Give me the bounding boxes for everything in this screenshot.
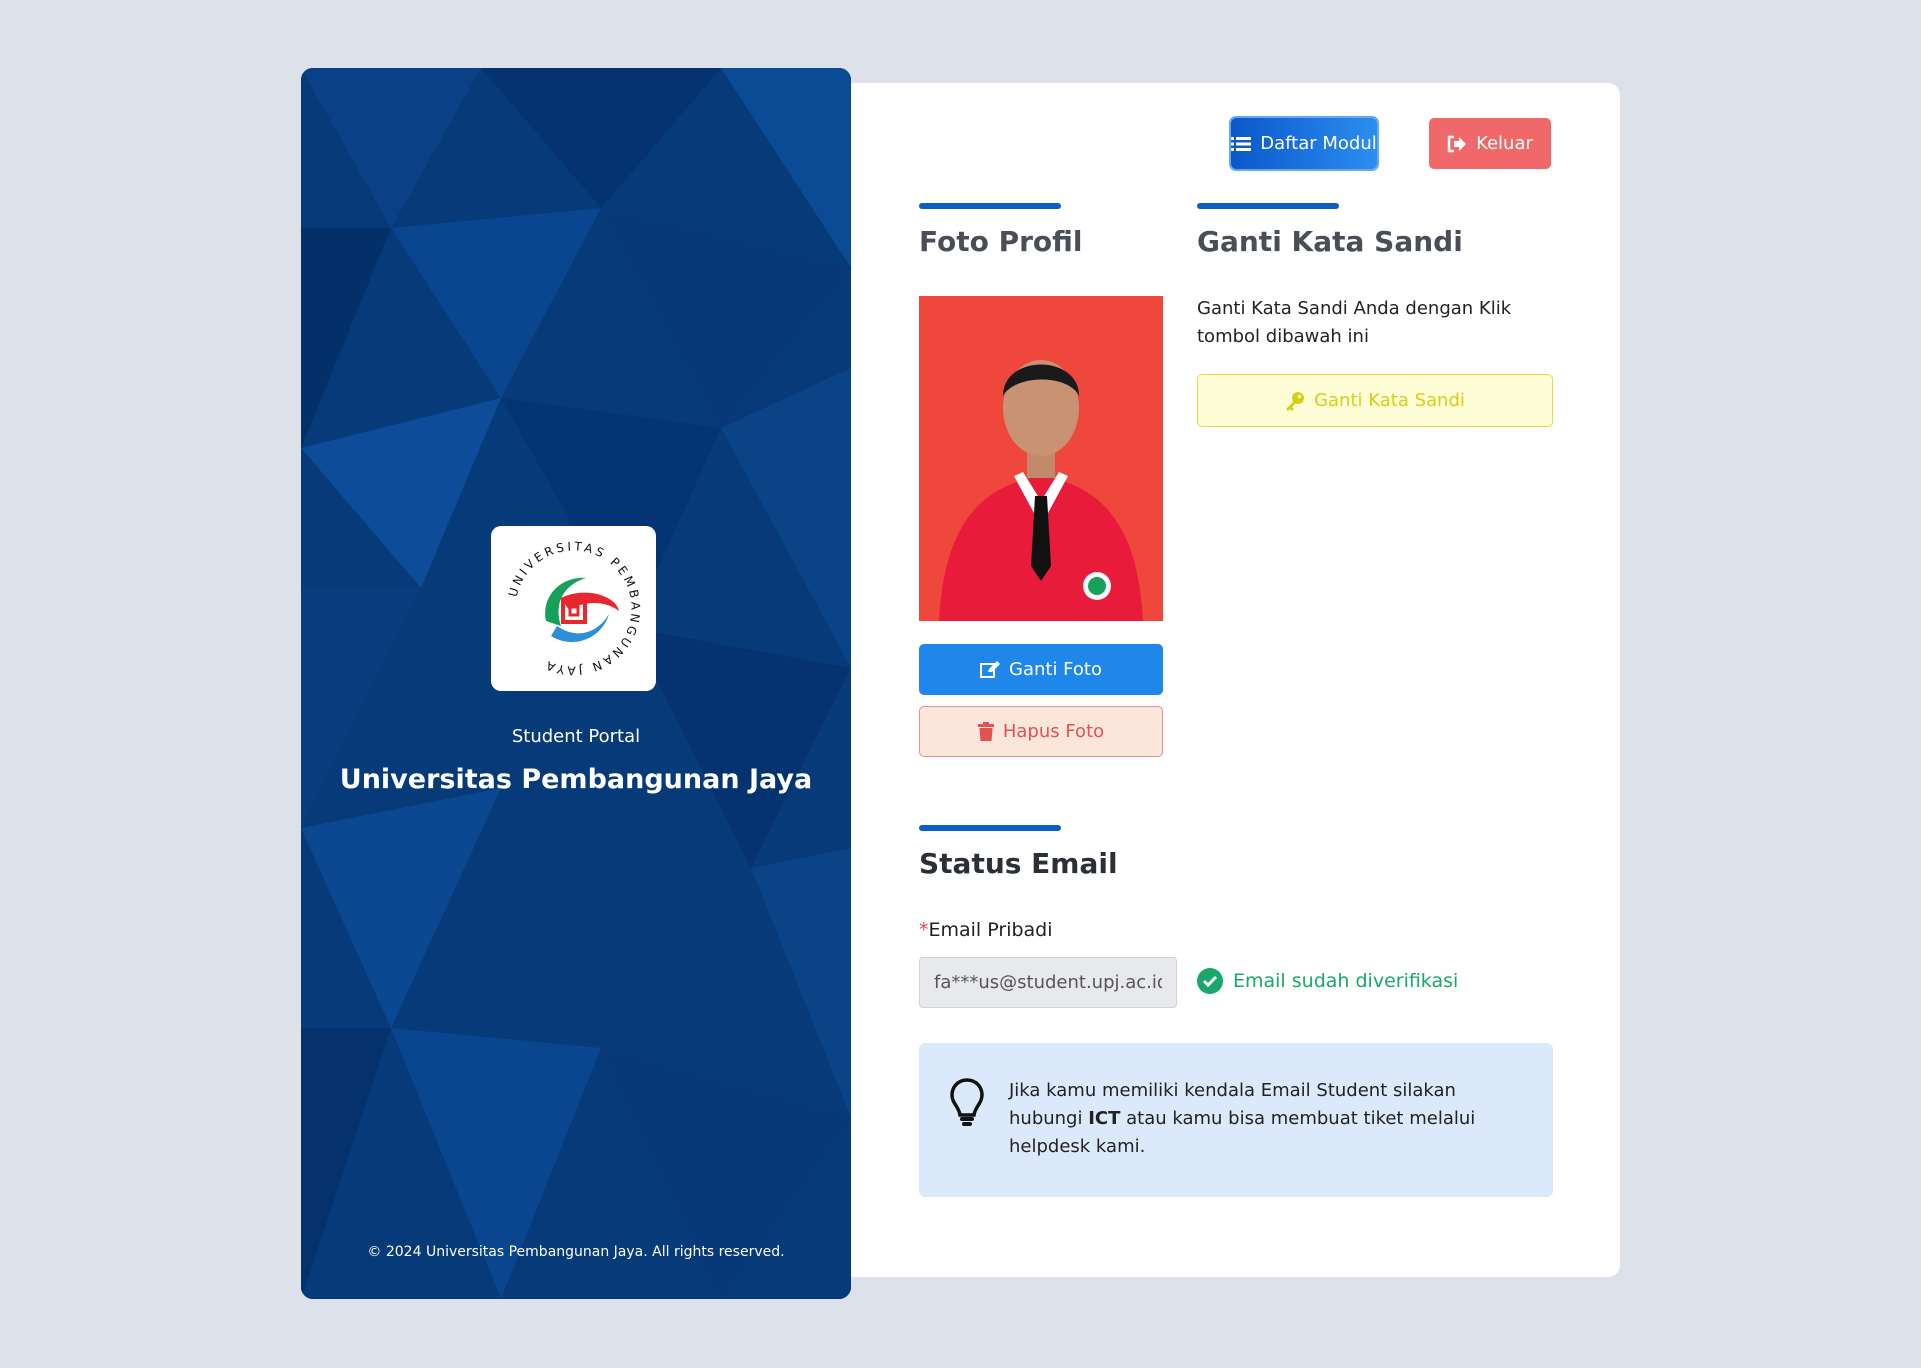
logout-button[interactable]: Keluar bbox=[1429, 118, 1551, 169]
delete-photo-button[interactable]: Hapus Foto bbox=[919, 706, 1163, 757]
lightbulb-icon bbox=[950, 1078, 984, 1126]
logout-label: Keluar bbox=[1476, 133, 1533, 154]
email-input[interactable] bbox=[919, 957, 1177, 1008]
password-section-title: Ganti Kata Sandi bbox=[1197, 225, 1463, 258]
info-text: Jika kamu memiliki kendala Email Student… bbox=[1009, 1077, 1529, 1161]
profile-card: Daftar Modul Keluar Foto Profil Ganti Fo… bbox=[851, 83, 1620, 1277]
change-password-button[interactable]: Ganti Kata Sandi bbox=[1197, 374, 1553, 427]
module-list-button[interactable]: Daftar Modul bbox=[1231, 118, 1377, 169]
brand-panel: UNIVERSITAS PEMBANGUNAN JAYA Student Por… bbox=[301, 68, 851, 1299]
info-alert: Jika kamu memiliki kendala Email Student… bbox=[919, 1043, 1553, 1197]
copyright-text: © 2024 Universitas Pembangunan Jaya. All… bbox=[367, 1244, 785, 1260]
check-circle-icon bbox=[1197, 968, 1223, 994]
email-field-label: *Email Pribadi bbox=[919, 919, 1053, 941]
portal-label: Student Portal bbox=[511, 726, 641, 747]
verified-text: Email sudah diverifikasi bbox=[1233, 970, 1459, 992]
key-icon bbox=[1286, 391, 1305, 411]
change-photo-button[interactable]: Ganti Foto bbox=[919, 644, 1163, 695]
list-icon bbox=[1231, 136, 1252, 151]
section-accent-bar bbox=[919, 203, 1061, 209]
email-section-title: Status Email bbox=[919, 847, 1118, 880]
logo-emblem: UNIVERSITAS PEMBANGUNAN JAYA bbox=[506, 539, 640, 677]
required-mark: * bbox=[919, 919, 929, 941]
password-description: Ganti Kata Sandi Anda dengan Klik tombol… bbox=[1197, 298, 1512, 347]
university-name: Universitas Pembangunan Jaya bbox=[339, 764, 813, 795]
edit-icon bbox=[980, 660, 1001, 678]
ict-link: ICT bbox=[1088, 1108, 1121, 1129]
trash-icon bbox=[977, 722, 994, 741]
profile-photo bbox=[919, 296, 1163, 621]
section-accent-bar bbox=[919, 825, 1061, 831]
section-accent-bar bbox=[1197, 203, 1339, 209]
change-photo-label: Ganti Foto bbox=[1009, 659, 1102, 680]
email-label-text: Email Pribadi bbox=[928, 919, 1053, 941]
person-photo-illustration bbox=[919, 296, 1163, 621]
delete-photo-label: Hapus Foto bbox=[1002, 721, 1105, 742]
sign-out-icon bbox=[1447, 135, 1467, 152]
change-password-label: Ganti Kata Sandi bbox=[1314, 390, 1465, 411]
module-list-label: Daftar Modul bbox=[1260, 133, 1377, 154]
university-logo: UNIVERSITAS PEMBANGUNAN JAYA bbox=[491, 526, 656, 691]
photo-section-title: Foto Profil bbox=[919, 225, 1083, 258]
email-verified-status: Email sudah diverifikasi bbox=[1197, 968, 1458, 994]
